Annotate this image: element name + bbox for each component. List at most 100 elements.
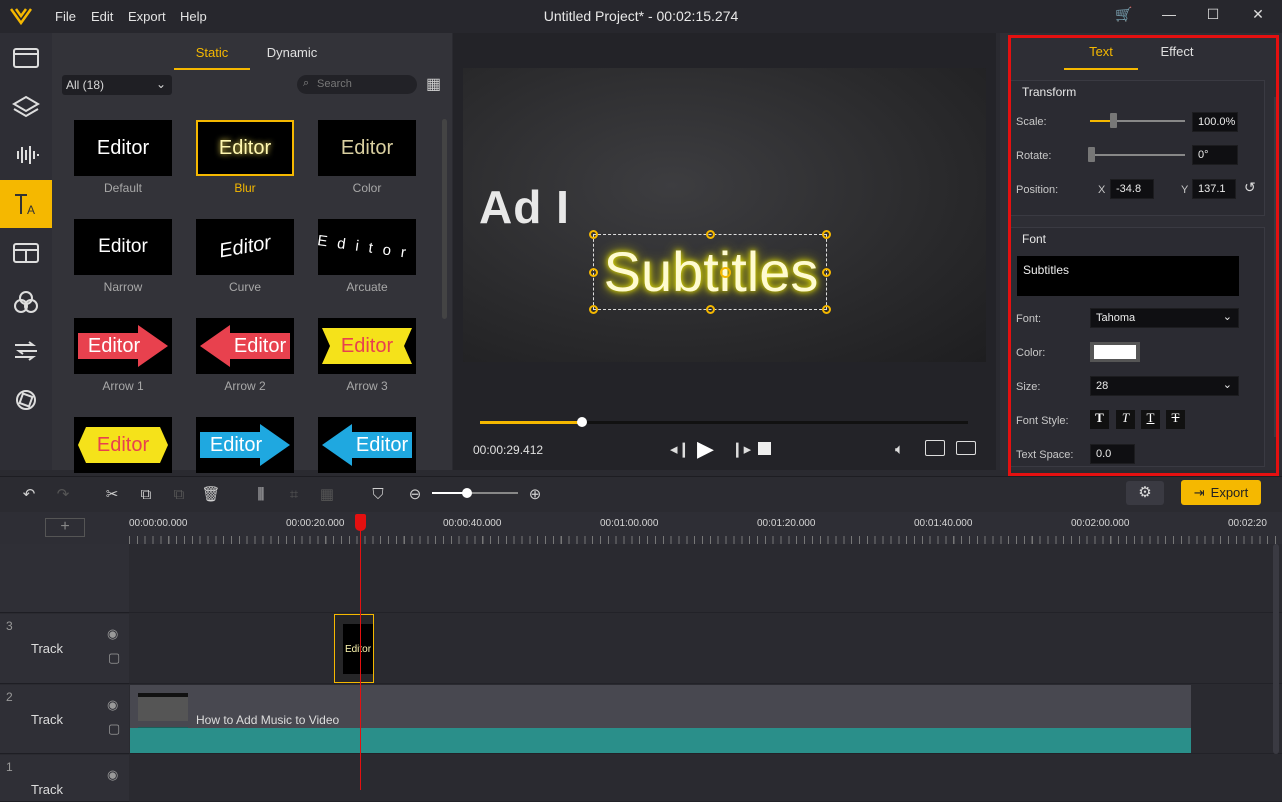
resize-handle[interactable] xyxy=(589,305,598,314)
tile-text: Editor xyxy=(218,136,272,159)
add-track-button[interactable]: + xyxy=(45,518,85,537)
lock-icon[interactable]: ▢ xyxy=(108,721,120,737)
audio-waveform xyxy=(130,728,1191,753)
subtitle-selection-box[interactable]: Subtitles xyxy=(589,230,831,314)
track-1-row[interactable] xyxy=(129,755,1282,802)
text-nav-button[interactable]: A xyxy=(0,180,52,228)
timeline-playhead[interactable] xyxy=(355,514,366,531)
text-template-arrow-1[interactable]: Editor xyxy=(74,318,172,374)
text-template-curve[interactable]: Editor xyxy=(196,219,294,275)
ruler-label: 00:00:40.000 xyxy=(443,518,502,529)
play-icon[interactable]: ▶ xyxy=(697,436,714,462)
next-frame-icon[interactable]: ❙▸ xyxy=(731,440,751,458)
stop-icon[interactable] xyxy=(758,442,771,455)
resize-handle[interactable] xyxy=(822,230,831,239)
tile-label: Curve xyxy=(228,280,261,294)
eye-icon[interactable]: ◉ xyxy=(107,697,118,713)
undo-icon[interactable]: ↶ xyxy=(18,483,40,505)
text-template-arrow-blue-left[interactable]: Editor xyxy=(318,417,416,473)
text-template-arcuate[interactable]: Editor xyxy=(318,219,416,275)
text-template-default[interactable]: Editor xyxy=(74,120,172,176)
category-dropdown[interactable]: All (18) ⌄ xyxy=(62,75,172,95)
playback-progress-fill xyxy=(480,421,583,424)
effects-nav-button[interactable] xyxy=(0,376,52,424)
search-icon: ⌕ xyxy=(303,77,310,89)
previous-frame-icon[interactable]: ◂❙ xyxy=(670,440,690,458)
maximize-button[interactable]: ☐ xyxy=(1202,6,1224,26)
title-bar: File Edit Export Help Untitled Project* … xyxy=(0,0,1282,33)
video-clip[interactable]: How to Add Music to Video xyxy=(130,685,1191,753)
text-template-narrow[interactable]: Editor xyxy=(74,219,172,275)
settings-button[interactable]: ⚙ xyxy=(1126,481,1164,505)
resize-handle[interactable] xyxy=(822,305,831,314)
layers-icon xyxy=(12,95,40,118)
eye-icon[interactable]: ◉ xyxy=(107,626,118,642)
text-template-arrow-2[interactable]: Editor xyxy=(196,318,294,374)
paste-icon[interactable]: ⧉ xyxy=(168,483,190,505)
folder-icon xyxy=(13,48,39,68)
fullscreen-icon[interactable] xyxy=(956,441,976,455)
grid-view-icon[interactable]: ▦ xyxy=(426,74,444,93)
search-placeholder: Search xyxy=(317,78,352,90)
resize-handle[interactable] xyxy=(706,230,715,239)
tile-text: Editor xyxy=(96,433,150,456)
tile-label: Default xyxy=(103,181,143,195)
timeline-ruler[interactable]: 00:00:00.000 00:00:20.000 00:00:40.000 0… xyxy=(129,512,1282,544)
tile-text: Editor xyxy=(209,433,263,456)
templates-nav-button[interactable] xyxy=(0,229,52,277)
playback-progress-track[interactable] xyxy=(480,417,968,427)
marker-icon[interactable]: ⛉ xyxy=(367,483,389,505)
close-button[interactable]: ✕ xyxy=(1247,6,1269,26)
rotate-handle[interactable] xyxy=(720,267,731,278)
mosaic-icon[interactable]: ▦ xyxy=(316,483,338,505)
empty-track-row[interactable] xyxy=(129,544,1282,613)
preview-canvas[interactable]: Ad I Subtitles xyxy=(463,68,986,362)
snapshot-icon[interactable] xyxy=(925,440,945,456)
export-label: Export xyxy=(1210,485,1249,500)
cut-icon[interactable]: ✂ xyxy=(101,483,123,505)
zoom-slider[interactable] xyxy=(432,488,518,498)
resize-handle[interactable] xyxy=(589,268,598,277)
crop-icon[interactable]: ⌗ xyxy=(283,483,305,505)
zoom-slider-thumb[interactable] xyxy=(462,488,472,498)
resize-handle[interactable] xyxy=(706,305,715,314)
tab-static[interactable]: Static xyxy=(174,45,250,60)
delete-icon[interactable]: 🗑︎ xyxy=(200,483,222,505)
layers-nav-button[interactable] xyxy=(0,82,52,130)
tab-dynamic[interactable]: Dynamic xyxy=(254,45,330,60)
zoom-in-icon[interactable]: ⊕ xyxy=(524,483,546,505)
text-template-color[interactable]: Editor xyxy=(318,120,416,176)
text-template-blur[interactable]: Editor xyxy=(196,120,294,176)
filters-nav-button[interactable] xyxy=(0,278,52,326)
text-clip[interactable]: Editor xyxy=(334,614,374,683)
transitions-nav-button[interactable] xyxy=(0,327,52,375)
category-value: All (18) xyxy=(66,78,105,92)
lock-icon[interactable]: ▢ xyxy=(108,650,120,666)
timeline-scrollbar[interactable] xyxy=(1273,544,1279,754)
split-icon[interactable]: ⫼ xyxy=(250,483,272,505)
volume-icon[interactable]: 🔈︎ xyxy=(895,441,904,458)
eye-icon[interactable]: ◉ xyxy=(107,767,118,783)
audio-nav-button[interactable] xyxy=(0,131,52,179)
export-button[interactable]: ⇥ Export xyxy=(1181,480,1261,505)
text-template-arrow-3[interactable]: Editor xyxy=(318,318,416,374)
minimize-button[interactable]: — xyxy=(1158,6,1180,26)
library-scrollbar[interactable] xyxy=(442,119,447,319)
text-template-arrow-blue-right[interactable]: Editor xyxy=(196,417,294,473)
tile-label: Color xyxy=(352,181,382,195)
zoom-out-icon[interactable]: ⊖ xyxy=(404,483,426,505)
track-3-row[interactable] xyxy=(129,614,1282,684)
track-name: Track xyxy=(31,712,64,727)
copy-icon[interactable]: ⧉ xyxy=(135,483,157,505)
text-template-banner[interactable]: Editor xyxy=(74,417,172,473)
media-nav-button[interactable] xyxy=(0,33,52,81)
tile-text: Editor xyxy=(98,236,148,257)
active-tab-underline xyxy=(174,68,250,70)
redo-icon[interactable]: ↷ xyxy=(52,483,74,505)
template-icon xyxy=(13,243,39,263)
search-input[interactable]: ⌕ Search xyxy=(297,75,417,94)
resize-handle[interactable] xyxy=(589,230,598,239)
cart-icon[interactable]: 🛒 xyxy=(1113,6,1135,26)
resize-handle[interactable] xyxy=(822,268,831,277)
tile-label: Arrow 2 xyxy=(224,379,266,393)
